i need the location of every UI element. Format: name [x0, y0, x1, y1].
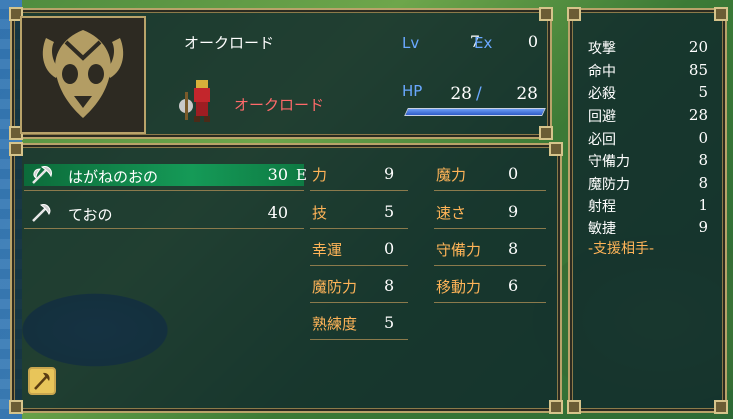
orc-lord-sprite-icon — [179, 80, 210, 122]
support-title: -支援相手- — [588, 241, 655, 257]
hp-bar — [404, 108, 546, 116]
orc-emblem-icon — [22, 18, 144, 132]
hp-label: HP — [402, 82, 423, 100]
combat-stats-panel: 攻撃 20 命中 85 必殺 5 回避 28 必回 0 守備力 8 魔防力 8 射程 1 敏捷 9… — [567, 7, 728, 414]
axe-icon — [32, 166, 52, 184]
combat-agility: 敏捷 9 — [588, 218, 708, 237]
stat-skill: 技 5 — [312, 202, 395, 222]
combat-crit: 必殺 5 — [588, 83, 708, 102]
unit-portrait — [20, 16, 146, 134]
stat-magic: 魔力 0 — [436, 164, 519, 184]
level-value: 7 — [469, 32, 480, 51]
item-name: はがねのおの — [68, 168, 159, 186]
unit-class: オークロード — [234, 96, 325, 114]
stat-defense: 守備力 8 — [436, 239, 519, 259]
combat-crit-avoid: 必回 0 — [588, 129, 708, 148]
combat-defense: 守備力 8 — [588, 151, 708, 170]
stat-resistance: 魔防力 8 — [312, 276, 395, 296]
experience-value: 0 — [527, 32, 538, 51]
stat-str: 力 9 — [312, 164, 395, 184]
item-row-2[interactable]: ておの 40 — [24, 202, 304, 224]
unit-name: オークロード — [184, 34, 275, 52]
experience-label: Ex — [474, 34, 493, 52]
combat-attack: 攻撃 20 — [588, 38, 708, 57]
stat-proficiency: 熟練度 5 — [312, 313, 395, 333]
item-name: ておの — [68, 206, 113, 224]
hp-current: 28 — [450, 84, 472, 104]
combat-avoid: 回避 28 — [588, 106, 708, 125]
unit-stats-panel: はがねのおの 30 E ておの 40 力 9 技 5 幸運 0 魔防力 8 熟練… — [9, 142, 563, 414]
hp-max: 28 — [516, 84, 538, 104]
hp-slash: / — [476, 84, 482, 104]
level-label: Lv — [402, 34, 420, 52]
stat-speed: 速さ 9 — [436, 202, 519, 222]
hand-axe-icon — [32, 204, 51, 222]
item-uses: 40 — [267, 203, 288, 222]
axe-rank-icon — [28, 367, 56, 395]
stat-movement: 移動力 6 — [436, 276, 519, 296]
item-uses: 30 — [267, 165, 288, 184]
combat-range: 射程 1 — [588, 196, 708, 215]
hp-bar-fill — [405, 109, 545, 115]
combat-hit: 命中 85 — [588, 61, 708, 80]
stat-luck: 幸運 0 — [312, 239, 395, 259]
combat-resistance: 魔防力 8 — [588, 174, 708, 193]
equipped-marker: E — [296, 166, 307, 184]
item-row-1[interactable]: はがねのおの 30 E — [24, 164, 307, 186]
unit-header-panel: オークロード オークロード Lv 7 Ex 0 HP 28 / 28 — [9, 7, 553, 140]
